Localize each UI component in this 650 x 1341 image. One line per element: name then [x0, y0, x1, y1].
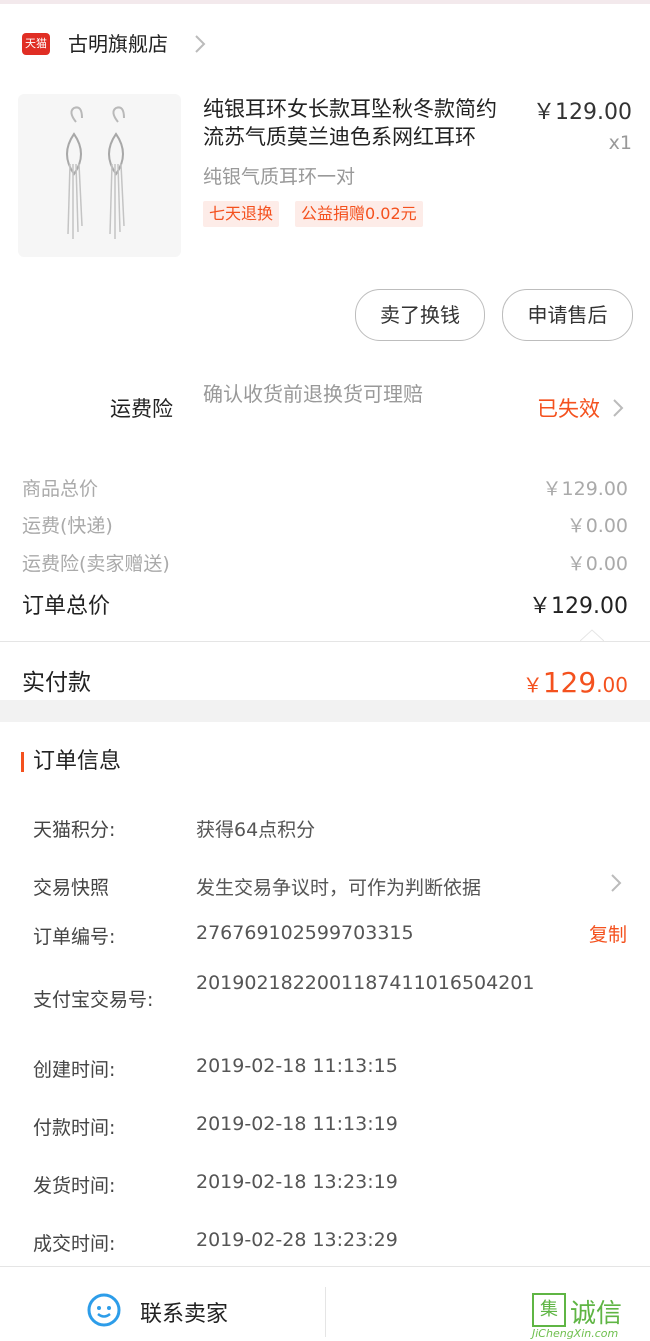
snapshot-label[interactable]: 交易快照: [33, 873, 109, 900]
paid-time-value: 2019-02-18 11:13:19: [196, 1113, 398, 1135]
store-name[interactable]: 古明旗舰店: [68, 28, 168, 60]
completed-time-label: 成交时间:: [33, 1233, 116, 1255]
order-info-title: 订单信息: [33, 749, 122, 774]
product-price: ￥129.00: [533, 100, 632, 125]
product-thumbnail[interactable]: [18, 94, 181, 257]
fee-label: 商品总价: [22, 478, 99, 500]
fee-row-goods-total: 商品总价 ￥129.00: [22, 471, 628, 507]
points-value: 获得64点积分: [196, 819, 316, 841]
order-number-value: 276769102599703315: [196, 922, 414, 944]
after-sale-button[interactable]: 申请售后: [502, 289, 633, 341]
bottom-bar: 联系卖家 集 诚信 JiChengXin.com: [0, 1266, 650, 1341]
chat-smile-icon[interactable]: [86, 1292, 122, 1328]
fee-row-shipping: 运费(快递) ￥0.00: [22, 508, 628, 544]
watermark-url: JiChengXin.com: [532, 1327, 619, 1340]
product-spec: 纯银气质耳环一对: [203, 166, 356, 188]
store-header[interactable]: 天猫 古明旗舰店: [0, 20, 650, 68]
shipped-time-label: 发货时间:: [33, 1175, 116, 1197]
shipped-time-value: 2019-02-18 13:23:19: [196, 1171, 398, 1193]
paid-time-label: 付款时间:: [33, 1117, 116, 1139]
watermark-logo: 集: [532, 1293, 566, 1327]
fee-value: ￥129.00: [542, 478, 628, 500]
fee-label: 运费险(卖家赠送): [22, 553, 170, 575]
paid-currency: ￥: [522, 673, 543, 697]
paid-decimal: .00: [596, 673, 628, 697]
sell-button[interactable]: 卖了换钱: [355, 289, 485, 341]
product-title[interactable]: 纯银耳环女长款耳坠秋冬款简约流苏气质莫兰迪色系网红耳环: [203, 95, 513, 151]
tmall-logo-icon: 天猫: [22, 33, 50, 55]
tag-charity: 公益捐赠0.02元: [295, 201, 423, 227]
insurance-description: 确认收货前退换货可理赔: [203, 382, 423, 406]
tag-seven-day-return: 七天退换: [203, 201, 280, 227]
fee-row-insurance: 运费险(卖家赠送) ￥0.00: [22, 546, 628, 582]
alipay-number-label: 支付宝交易号:: [33, 989, 154, 1011]
top-border: [0, 0, 650, 4]
section-gap: [0, 700, 650, 722]
watermark-text: 诚信: [570, 1299, 623, 1329]
fee-value: ￥0.00: [566, 515, 628, 537]
snapshot-value[interactable]: 发生交易争议时，可作为判断依据: [196, 873, 481, 900]
fee-label: 运费(快递): [22, 515, 113, 537]
created-time-label: 创建时间:: [33, 1059, 116, 1081]
order-total-value: ￥129.00: [529, 594, 628, 619]
insurance-label: 运费险: [110, 397, 173, 421]
created-time-value: 2019-02-18 11:13:15: [196, 1055, 398, 1077]
order-number-label: 订单编号:: [33, 926, 116, 948]
earring-image: [66, 106, 125, 239]
fee-value: ￥0.00: [566, 553, 628, 575]
alipay-number-value: 2019021822001187411016504201: [196, 972, 535, 994]
paid-label: 实付款: [22, 670, 91, 696]
order-total-row: 订单总价 ￥129.00: [22, 587, 628, 627]
contact-seller-button[interactable]: 联系卖家: [140, 1296, 228, 1328]
chevron-right-icon[interactable]: [612, 396, 624, 420]
section-accent-bar: [21, 752, 24, 772]
product-quantity: x1: [608, 132, 632, 154]
completed-time-value: 2019-02-28 13:23:29: [196, 1229, 398, 1251]
points-label: 天猫积分:: [33, 819, 116, 841]
divider: [0, 641, 650, 642]
paid-integer: 129: [542, 666, 597, 699]
divider: [325, 1287, 326, 1337]
insurance-status[interactable]: 已失效: [537, 393, 600, 423]
chevron-right-icon[interactable]: [194, 32, 206, 56]
chevron-right-icon[interactable]: [610, 872, 622, 894]
caret-up-icon: [580, 629, 604, 642]
order-total-label: 订单总价: [22, 594, 111, 619]
copy-button[interactable]: 复制: [589, 920, 627, 947]
